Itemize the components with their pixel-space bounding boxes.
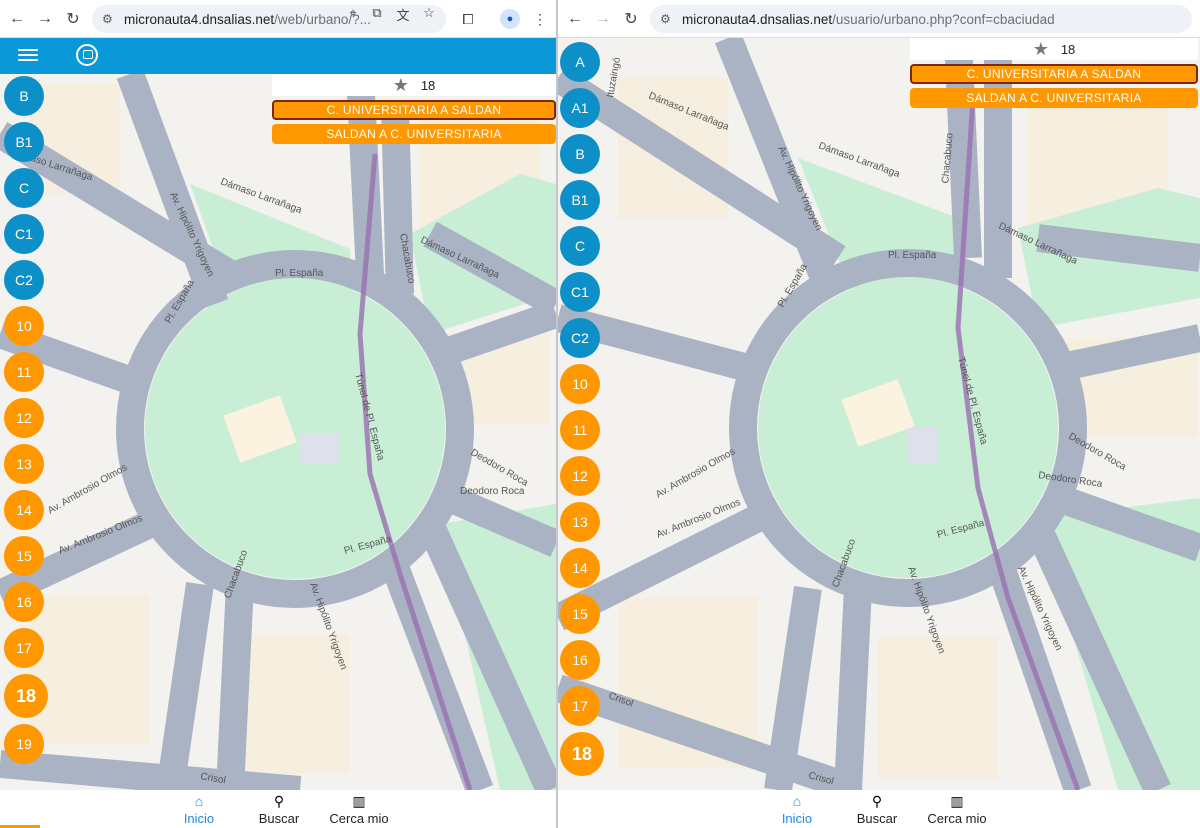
search-icon: ⚲	[273, 793, 285, 809]
route-button-a[interactable]: A	[560, 42, 600, 82]
address-bar[interactable]: ⚙ micronauta4.dnsalias.net/usuario/urban…	[650, 5, 1192, 33]
route-button-14[interactable]: 14	[4, 490, 44, 530]
tab-cerca-mio[interactable]: ▥ Cerca mio	[922, 793, 992, 826]
home-icon: ⌂	[194, 793, 204, 809]
favorite-row[interactable]: ★ 18	[272, 74, 556, 96]
forward-arrow-icon[interactable]: →	[592, 8, 614, 30]
map-canvas[interactable]: Dámaso Larrañaga Dámaso Larrañaga Dámaso…	[0, 74, 556, 790]
route-button-c[interactable]: C	[560, 226, 600, 266]
route-button-19[interactable]: 19	[4, 724, 44, 764]
bookmark-star-icon[interactable]: ☆	[420, 5, 438, 21]
route-button-c2[interactable]: C2	[560, 318, 600, 358]
reload-icon[interactable]: ↻	[62, 8, 84, 30]
route-button-c[interactable]: C	[4, 168, 44, 208]
direction-panel: ★ 18 C. UNIVERSITARIA A SALDAN SALDAN A …	[910, 38, 1198, 108]
url-text: micronauta4.dnsalias.net/web/urbano/?...	[124, 11, 371, 27]
bottom-navigation: ⌂ Inicio ⚲ Buscar ▥ Cerca mio	[558, 790, 1200, 828]
app-logo-icon	[76, 44, 98, 66]
route-button-10[interactable]: 10	[4, 306, 44, 346]
route-button-b[interactable]: B	[4, 76, 44, 116]
favorite-star-icon[interactable]: ★	[1033, 39, 1049, 60]
extensions-icon[interactable]: ⧠	[458, 9, 478, 29]
map-view[interactable]: Ituzaingó Dámaso Larrañaga Dámaso Larrañ…	[558, 38, 1200, 790]
location-icon[interactable]: ⌖	[344, 5, 362, 21]
route-button-b1[interactable]: B1	[4, 122, 44, 162]
route-button-11[interactable]: 11	[4, 352, 44, 392]
tab-buscar[interactable]: ⚲ Buscar	[244, 793, 314, 826]
url-text: micronauta4.dnsalias.net/usuario/urbano.…	[682, 11, 1055, 27]
route-button-16[interactable]: 16	[4, 582, 44, 622]
hamburger-icon[interactable]	[18, 46, 38, 64]
route-button-18[interactable]: 18	[560, 732, 604, 776]
direction-button-outbound[interactable]: C. UNIVERSITARIA A SALDAN	[910, 64, 1198, 84]
address-bar[interactable]: ⚙ micronauta4.dnsalias.net/web/urbano/?.…	[92, 5, 446, 33]
route-button-15[interactable]: 15	[560, 594, 600, 634]
favorite-star-icon[interactable]: ★	[393, 75, 409, 96]
more-menu-icon[interactable]: ⋮	[530, 9, 550, 29]
back-arrow-icon[interactable]: ←	[6, 8, 28, 30]
tab-buscar[interactable]: ⚲ Buscar	[842, 793, 912, 826]
route-list: B B1 C C1 C2 10 11 12 13 14 15 16 17 18 19	[4, 76, 48, 770]
map-icon: ▥	[950, 793, 964, 809]
favorite-row[interactable]: ★ 18	[910, 38, 1198, 60]
right-browser-window: ← → ↻ ⚙ micronauta4.dnsalias.net/usuario…	[558, 0, 1200, 828]
favorite-route-number: 18	[1060, 41, 1076, 57]
route-button-12[interactable]: 12	[560, 456, 600, 496]
route-button-10[interactable]: 10	[560, 364, 600, 404]
route-button-c1[interactable]: C1	[4, 214, 44, 254]
route-button-16[interactable]: 16	[560, 640, 600, 680]
install-app-icon[interactable]: ⧉	[368, 5, 386, 21]
app-header	[0, 38, 556, 74]
favorite-route-number: 18	[420, 77, 436, 93]
tab-cerca-mio[interactable]: ▥ Cerca mio	[324, 793, 394, 826]
route-button-15[interactable]: 15	[4, 536, 44, 576]
street-label: Pl. España	[888, 250, 937, 261]
site-settings-icon[interactable]: ⚙	[660, 12, 678, 26]
direction-panel: ★ 18 C. UNIVERSITARIA A SALDAN SALDAN A …	[272, 74, 556, 144]
route-button-b[interactable]: B	[560, 134, 600, 174]
search-icon: ⚲	[871, 793, 883, 809]
street-label: Pl. España	[275, 268, 324, 279]
site-settings-icon[interactable]: ⚙	[102, 12, 120, 26]
left-browser-window: ← → ↻ ⚙ micronauta4.dnsalias.net/web/urb…	[0, 0, 556, 828]
map-icon: ▥	[352, 793, 366, 809]
route-button-c1[interactable]: C1	[560, 272, 600, 312]
street-label: Deodoro Roca	[460, 486, 525, 497]
direction-button-return[interactable]: SALDAN A C. UNIVERSITARIA	[910, 88, 1198, 108]
route-button-13[interactable]: 13	[4, 444, 44, 484]
direction-button-outbound[interactable]: C. UNIVERSITARIA A SALDAN	[272, 100, 556, 120]
route-button-c2[interactable]: C2	[4, 260, 44, 300]
reload-icon[interactable]: ↻	[620, 8, 642, 30]
map-canvas[interactable]: Ituzaingó Dámaso Larrañaga Dámaso Larrañ…	[558, 38, 1200, 790]
route-button-14[interactable]: 14	[560, 548, 600, 588]
translate-icon[interactable]: 文	[394, 5, 412, 24]
browser-toolbar: ← → ↻ ⚙ micronauta4.dnsalias.net/web/urb…	[0, 0, 556, 38]
profile-icon[interactable]: ●	[500, 9, 520, 29]
route-button-12[interactable]: 12	[4, 398, 44, 438]
forward-arrow-icon[interactable]: →	[34, 8, 56, 30]
home-icon: ⌂	[792, 793, 802, 809]
tab-inicio[interactable]: ⌂ Inicio	[762, 793, 832, 826]
route-list: A A1 B B1 C C1 C2 10 11 12 13 14 15 16 17 18	[560, 42, 604, 782]
route-button-18[interactable]: 18	[4, 674, 48, 718]
tab-inicio[interactable]: ⌂ Inicio	[164, 793, 234, 826]
route-button-13[interactable]: 13	[560, 502, 600, 542]
direction-button-return[interactable]: SALDAN A C. UNIVERSITARIA	[272, 124, 556, 144]
route-button-17[interactable]: 17	[560, 686, 600, 726]
back-arrow-icon[interactable]: ←	[564, 8, 586, 30]
bottom-navigation: ⌂ Inicio ⚲ Buscar ▥ Cerca mio	[0, 790, 556, 828]
route-button-a1[interactable]: A1	[560, 88, 600, 128]
browser-toolbar: ← → ↻ ⚙ micronauta4.dnsalias.net/usuario…	[558, 0, 1200, 38]
map-view[interactable]: Dámaso Larrañaga Dámaso Larrañaga Dámaso…	[0, 74, 556, 790]
route-button-b1[interactable]: B1	[560, 180, 600, 220]
route-button-17[interactable]: 17	[4, 628, 44, 668]
route-button-11[interactable]: 11	[560, 410, 600, 450]
